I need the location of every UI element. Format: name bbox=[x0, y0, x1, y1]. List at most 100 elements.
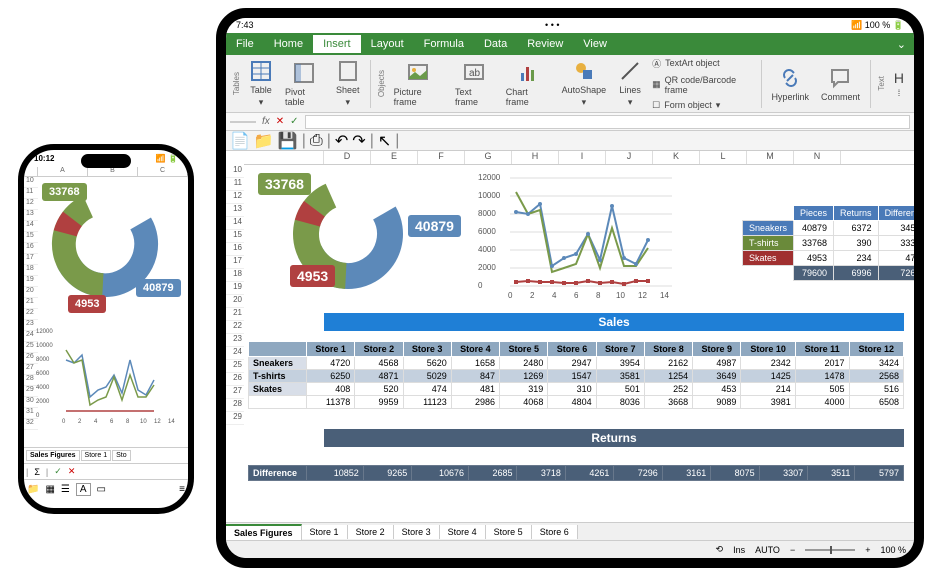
phone-line-chart[interactable]: 120001000080006000400020000 02468101214 bbox=[36, 325, 176, 425]
zoom-slider[interactable] bbox=[805, 549, 855, 551]
svg-text:10: 10 bbox=[616, 291, 625, 300]
fx-label[interactable]: fx bbox=[262, 116, 270, 127]
tablet-battery: 📶 100 % 🔋 bbox=[851, 20, 904, 31]
zoom-level[interactable]: 100 % bbox=[880, 545, 906, 555]
menu-insert[interactable]: Insert bbox=[313, 35, 361, 53]
svg-text:10000: 10000 bbox=[478, 191, 501, 200]
ribbon-sheet[interactable]: Sheet▾ bbox=[330, 57, 366, 110]
phone-sheet[interactable]: 1011121314151617181920212223242526272829… bbox=[24, 177, 188, 447]
ribbon-text-frame[interactable]: abText frame bbox=[449, 59, 500, 109]
menu-view[interactable]: View bbox=[573, 35, 617, 53]
donut-label-green: 33768 bbox=[42, 183, 87, 201]
difference-row[interactable]: Difference108529265106762685371842617296… bbox=[248, 465, 904, 481]
row-icon[interactable]: ☰ bbox=[61, 484, 70, 495]
status-bar: ⟲ Ins AUTO − + 100 % bbox=[226, 540, 914, 558]
print-icon[interactable]: ⎙ bbox=[310, 132, 323, 150]
svg-text:0: 0 bbox=[478, 281, 483, 290]
tab-store3[interactable]: Store 3 bbox=[394, 525, 440, 539]
ribbon-qr[interactable]: ▦QR code/Barcode frame bbox=[648, 73, 756, 97]
ribbon-hyperlink[interactable]: Hyperlink bbox=[765, 64, 815, 104]
sheet-canvas[interactable]: 33768 4953 40879 12000100008000600040002… bbox=[244, 165, 914, 522]
summary-table[interactable]: PiecesReturnsDifference Sneakers40879637… bbox=[742, 205, 914, 281]
menu-home[interactable]: Home bbox=[264, 35, 313, 53]
undo-icon[interactable]: ↶ bbox=[335, 131, 348, 151]
name-box[interactable] bbox=[230, 121, 256, 123]
slider-icon[interactable]: ⟲ bbox=[716, 544, 724, 555]
ribbon-picture-frame[interactable]: Picture frame bbox=[388, 59, 449, 109]
sum-icon[interactable]: Σ bbox=[34, 467, 40, 477]
pointer-icon[interactable]: ↖ bbox=[378, 131, 391, 151]
svg-text:14: 14 bbox=[660, 291, 669, 300]
redo-icon[interactable]: ↷ bbox=[352, 131, 365, 151]
ribbon-form[interactable]: ☐Form object▾ bbox=[648, 98, 756, 113]
col-C[interactable]: C bbox=[138, 167, 188, 176]
ribbon-comment[interactable]: Comment bbox=[815, 64, 866, 104]
new-icon[interactable]: 📄 bbox=[230, 131, 250, 151]
status-ins[interactable]: Ins bbox=[733, 545, 745, 555]
menu-collapse-icon[interactable]: ⌄ bbox=[889, 38, 914, 51]
phone-formulabar: | Σ | ✓ ✕ bbox=[24, 463, 188, 479]
svg-text:12: 12 bbox=[154, 419, 161, 425]
tab-sales-figures[interactable]: Sales Figures bbox=[226, 524, 302, 540]
textart-icon: Ⓐ bbox=[652, 57, 661, 70]
ribbon-chart-frame[interactable]: Chart frame bbox=[500, 59, 556, 109]
tab-store1[interactable]: Store 1 bbox=[302, 525, 348, 539]
formula-input[interactable] bbox=[305, 115, 910, 129]
status-auto[interactable]: AUTO bbox=[755, 545, 780, 555]
ribbon-textart[interactable]: ⒶTextArt object bbox=[648, 55, 756, 72]
tab-store2[interactable]: Store 2 bbox=[348, 525, 394, 539]
text-A-icon[interactable]: A bbox=[76, 483, 91, 496]
ribbon-lines[interactable]: Lines▾ bbox=[612, 57, 648, 110]
tablet-time: 7:43 bbox=[236, 20, 254, 31]
svg-text:4: 4 bbox=[94, 419, 98, 425]
menu-review[interactable]: Review bbox=[517, 35, 573, 53]
phone-frame: 10:12 📶 🔋 A B C 101112131415161718192021… bbox=[18, 144, 194, 514]
zoom-in[interactable]: + bbox=[865, 545, 870, 555]
cancel-icon[interactable]: ✕ bbox=[68, 466, 76, 477]
line-chart[interactable]: 120001000080006000400020000 02468101214 bbox=[476, 169, 676, 301]
col-B[interactable]: B bbox=[88, 167, 138, 176]
svg-text:12: 12 bbox=[638, 291, 647, 300]
phone-status-icons: 📶 🔋 bbox=[156, 154, 178, 163]
ribbon-pivot[interactable]: Pivot table bbox=[279, 59, 330, 109]
chart-icon[interactable]: ▭ bbox=[97, 484, 106, 495]
accept-icon[interactable]: ✓ bbox=[54, 466, 62, 477]
menu-bar: File Home Insert Layout Formula Data Rev… bbox=[226, 33, 914, 55]
chevron-down-icon: ▾ bbox=[259, 97, 264, 108]
svg-text:2: 2 bbox=[530, 291, 535, 300]
menu-data[interactable]: Data bbox=[474, 35, 517, 53]
svg-text:12000: 12000 bbox=[478, 173, 501, 182]
svg-text:12000: 12000 bbox=[36, 329, 53, 335]
tab-store5[interactable]: Store 5 bbox=[486, 525, 532, 539]
ribbon-h[interactable]: H⁞ bbox=[888, 68, 910, 100]
ribbon-group-objects: Objects bbox=[377, 70, 386, 97]
menu-layout[interactable]: Layout bbox=[361, 35, 414, 53]
phone-tab-store1[interactable]: Store 1 bbox=[81, 450, 112, 461]
ribbon-autoshape[interactable]: AutoShape▾ bbox=[556, 57, 613, 110]
tab-store4[interactable]: Store 4 bbox=[440, 525, 486, 539]
donut-label-blue: 40879 bbox=[136, 279, 181, 297]
tablet-handle: • • • bbox=[545, 20, 559, 31]
quick-access-toolbar: 📄 📁 💾 | ⎙ | ↶ ↷ | ↖ | bbox=[226, 131, 914, 151]
cancel-icon[interactable]: ✕ bbox=[276, 116, 284, 127]
sales-table[interactable]: Store 1Store 2Store 3Store 4Store 5Store… bbox=[248, 341, 904, 409]
zoom-out[interactable]: − bbox=[790, 545, 795, 555]
accept-icon[interactable]: ✓ bbox=[290, 116, 298, 127]
open-icon[interactable]: 📁 bbox=[254, 131, 274, 151]
svg-text:0: 0 bbox=[508, 291, 513, 300]
save-icon[interactable]: 💾 bbox=[278, 131, 298, 151]
menu-formula[interactable]: Formula bbox=[414, 35, 474, 53]
table-icon[interactable]: ▦ bbox=[45, 484, 54, 495]
col-A[interactable]: A bbox=[38, 167, 88, 176]
svg-text:6: 6 bbox=[574, 291, 579, 300]
phone-tab-sales[interactable]: Sales Figures bbox=[26, 450, 80, 461]
folder-icon[interactable]: 📁 bbox=[27, 484, 39, 495]
spreadsheet-area[interactable]: DEFGHIJKLMN 1011121314151617181920212223… bbox=[226, 151, 914, 522]
phone-tab-store2[interactable]: Sto bbox=[112, 450, 131, 461]
hamburger-icon[interactable]: ≡ bbox=[179, 484, 185, 495]
menu-file[interactable]: File bbox=[226, 35, 264, 53]
ribbon-table[interactable]: Table▾ bbox=[243, 57, 279, 110]
tab-store6[interactable]: Store 6 bbox=[532, 525, 578, 539]
svg-text:4000: 4000 bbox=[478, 245, 496, 254]
svg-text:8: 8 bbox=[126, 419, 130, 425]
